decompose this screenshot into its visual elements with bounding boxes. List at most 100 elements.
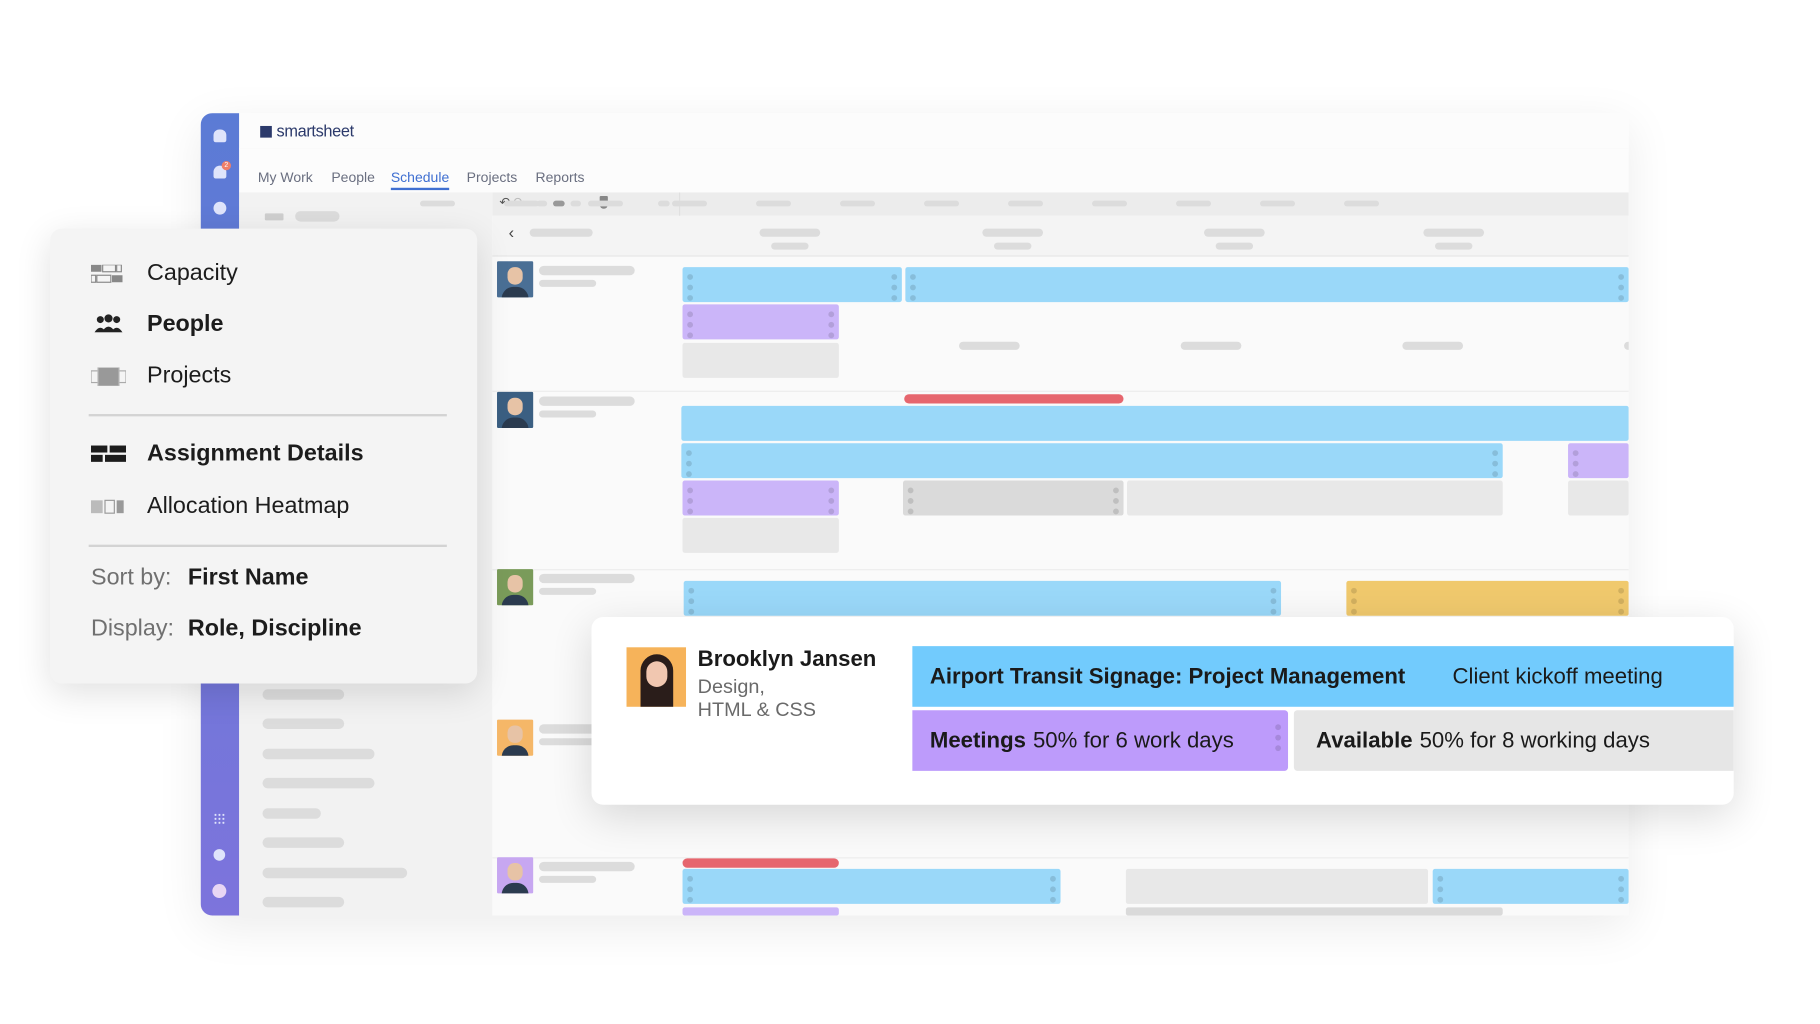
menu-item-projects[interactable]: Projects [147, 363, 231, 390]
week-placeholder [1402, 341, 1464, 350]
menu-item-allocation-heatmap[interactable]: Allocation Heatmap [147, 493, 349, 520]
drag-handle-icon[interactable] [1275, 724, 1282, 755]
week-label-placeholder [982, 228, 1044, 237]
row-divider [492, 857, 1629, 859]
home-icon[interactable] [213, 129, 227, 143]
yellow-assignment-bar[interactable] [1346, 580, 1629, 619]
menu-item-people[interactable]: People [147, 311, 224, 338]
drag-handle-icon[interactable] [686, 450, 692, 481]
blue-assignment-bar[interactable] [1432, 868, 1629, 907]
gray-assignment-bar[interactable] [1125, 868, 1429, 904]
drag-handle-icon[interactable] [1618, 587, 1625, 619]
placeholder-text [262, 689, 345, 700]
gray-assignment-bar[interactable] [1127, 480, 1503, 516]
drag-handle-icon[interactable] [907, 487, 914, 519]
week-sub-placeholder [771, 242, 809, 250]
tab-reports[interactable]: Reports [536, 169, 585, 185]
main-nav: My Work People Schedule Projects Reports [239, 148, 1629, 193]
placeholder-text [262, 748, 375, 760]
drag-handle-icon[interactable] [1492, 450, 1499, 481]
drag-handle-icon[interactable] [891, 274, 898, 305]
tab-schedule[interactable]: Schedule [390, 169, 450, 191]
tab-my-work[interactable]: My Work [258, 169, 313, 185]
drag-handle-icon[interactable] [1351, 587, 1357, 619]
dgray-assignment-bar[interactable] [1125, 907, 1503, 916]
purple-assignment-bar[interactable] [682, 480, 839, 519]
drag-handle-icon[interactable] [1437, 875, 1444, 907]
purple-assignment-bar[interactable] [1568, 443, 1629, 481]
menu-item-assignment-details[interactable]: Assignment Details [147, 441, 364, 468]
drag-handle-icon[interactable] [828, 487, 835, 519]
help-icon[interactable] [213, 849, 226, 861]
blue-assignment-bar[interactable] [683, 580, 1282, 619]
date-placeholder [420, 200, 456, 207]
date-placeholder [840, 200, 876, 207]
back-chevron-icon[interactable]: ‹ [509, 223, 514, 242]
placeholder-text [262, 777, 375, 789]
zoom-option[interactable] [658, 200, 670, 207]
drag-handle-icon[interactable] [828, 311, 835, 342]
drag-handle-icon[interactable] [1618, 274, 1625, 305]
menu-item-capacity[interactable]: Capacity [147, 260, 238, 287]
menu-divider [88, 414, 447, 417]
blue-assignment-bar[interactable] [682, 267, 902, 305]
placeholder-text [262, 718, 345, 729]
gray-assignment-bar[interactable] [1568, 480, 1629, 516]
overallocation-indicator [682, 858, 839, 868]
sort-value[interactable]: First Name [188, 564, 309, 591]
week-label-placeholder [1204, 228, 1265, 237]
role-placeholder [539, 587, 597, 595]
week-sub-placeholder [1435, 242, 1473, 250]
week-label-placeholder [1423, 228, 1485, 237]
meetings-bar[interactable]: Meetings 50% for 6 work days [912, 710, 1289, 771]
apps-grid-icon[interactable] [213, 812, 226, 825]
brand-logo[interactable]: smartsheet [260, 121, 354, 140]
drag-handle-icon[interactable] [1618, 875, 1625, 907]
overallocation-indicator [904, 394, 1124, 404]
purple-assignment-bar[interactable] [682, 907, 839, 916]
available-bar[interactable]: Available 50% for 8 working days [1293, 710, 1734, 771]
drag-handle-icon[interactable] [1050, 875, 1056, 907]
project-assignment-bar[interactable]: Airport Transit Signage: Project Managem… [912, 646, 1734, 707]
drag-handle-icon[interactable] [1270, 587, 1277, 619]
role-placeholder [539, 738, 597, 746]
tab-people[interactable]: People [331, 169, 375, 185]
dgray-assignment-bar[interactable] [903, 480, 1124, 519]
blue-assignment-bar[interactable] [905, 267, 1629, 305]
drag-handle-icon[interactable] [1113, 487, 1119, 519]
gray-assignment-bar[interactable] [682, 342, 839, 378]
drag-handle-icon[interactable] [687, 487, 694, 519]
project-title: Airport Transit Signage: Project Managem… [929, 664, 1406, 690]
week-label-placeholder [759, 228, 821, 237]
tab-projects[interactable]: Projects [467, 169, 518, 185]
blue-assignment-bar[interactable] [681, 405, 1629, 441]
zoom-option-active[interactable] [553, 200, 565, 207]
name-placeholder [539, 265, 635, 276]
sort-label: Sort by: [91, 564, 172, 591]
date-placeholder [924, 200, 960, 207]
display-value[interactable]: Role, Discipline [188, 616, 362, 643]
placeholder-text [262, 808, 321, 819]
search-icon[interactable] [213, 201, 227, 215]
blue-assignment-bar[interactable] [682, 868, 1061, 907]
smartsheet-logo-icon [260, 125, 272, 138]
schedule-grid: ↶ ↷ ‹ [420, 192, 1629, 916]
name-placeholder [539, 861, 635, 872]
top-bar: smartsheet [239, 113, 1629, 150]
drag-handle-icon[interactable] [687, 274, 694, 305]
drag-handle-icon[interactable] [687, 875, 694, 907]
date-placeholder [1344, 200, 1380, 207]
zoom-option[interactable] [570, 200, 582, 207]
display-label: Display: [91, 615, 175, 642]
purple-assignment-bar[interactable] [682, 304, 839, 342]
placeholder-text [529, 228, 593, 237]
gray-assignment-bar[interactable] [682, 517, 839, 553]
view-options-menu: Capacity People Projects Assignment Deta… [50, 228, 478, 684]
drag-handle-icon[interactable] [1572, 450, 1579, 481]
view-switch-icon[interactable] [264, 213, 284, 221]
blue-assignment-bar[interactable] [681, 443, 1503, 481]
drag-handle-icon[interactable] [688, 587, 695, 619]
drag-handle-icon[interactable] [687, 311, 694, 342]
user-avatar-icon[interactable] [212, 884, 227, 899]
drag-handle-icon[interactable] [910, 274, 916, 305]
